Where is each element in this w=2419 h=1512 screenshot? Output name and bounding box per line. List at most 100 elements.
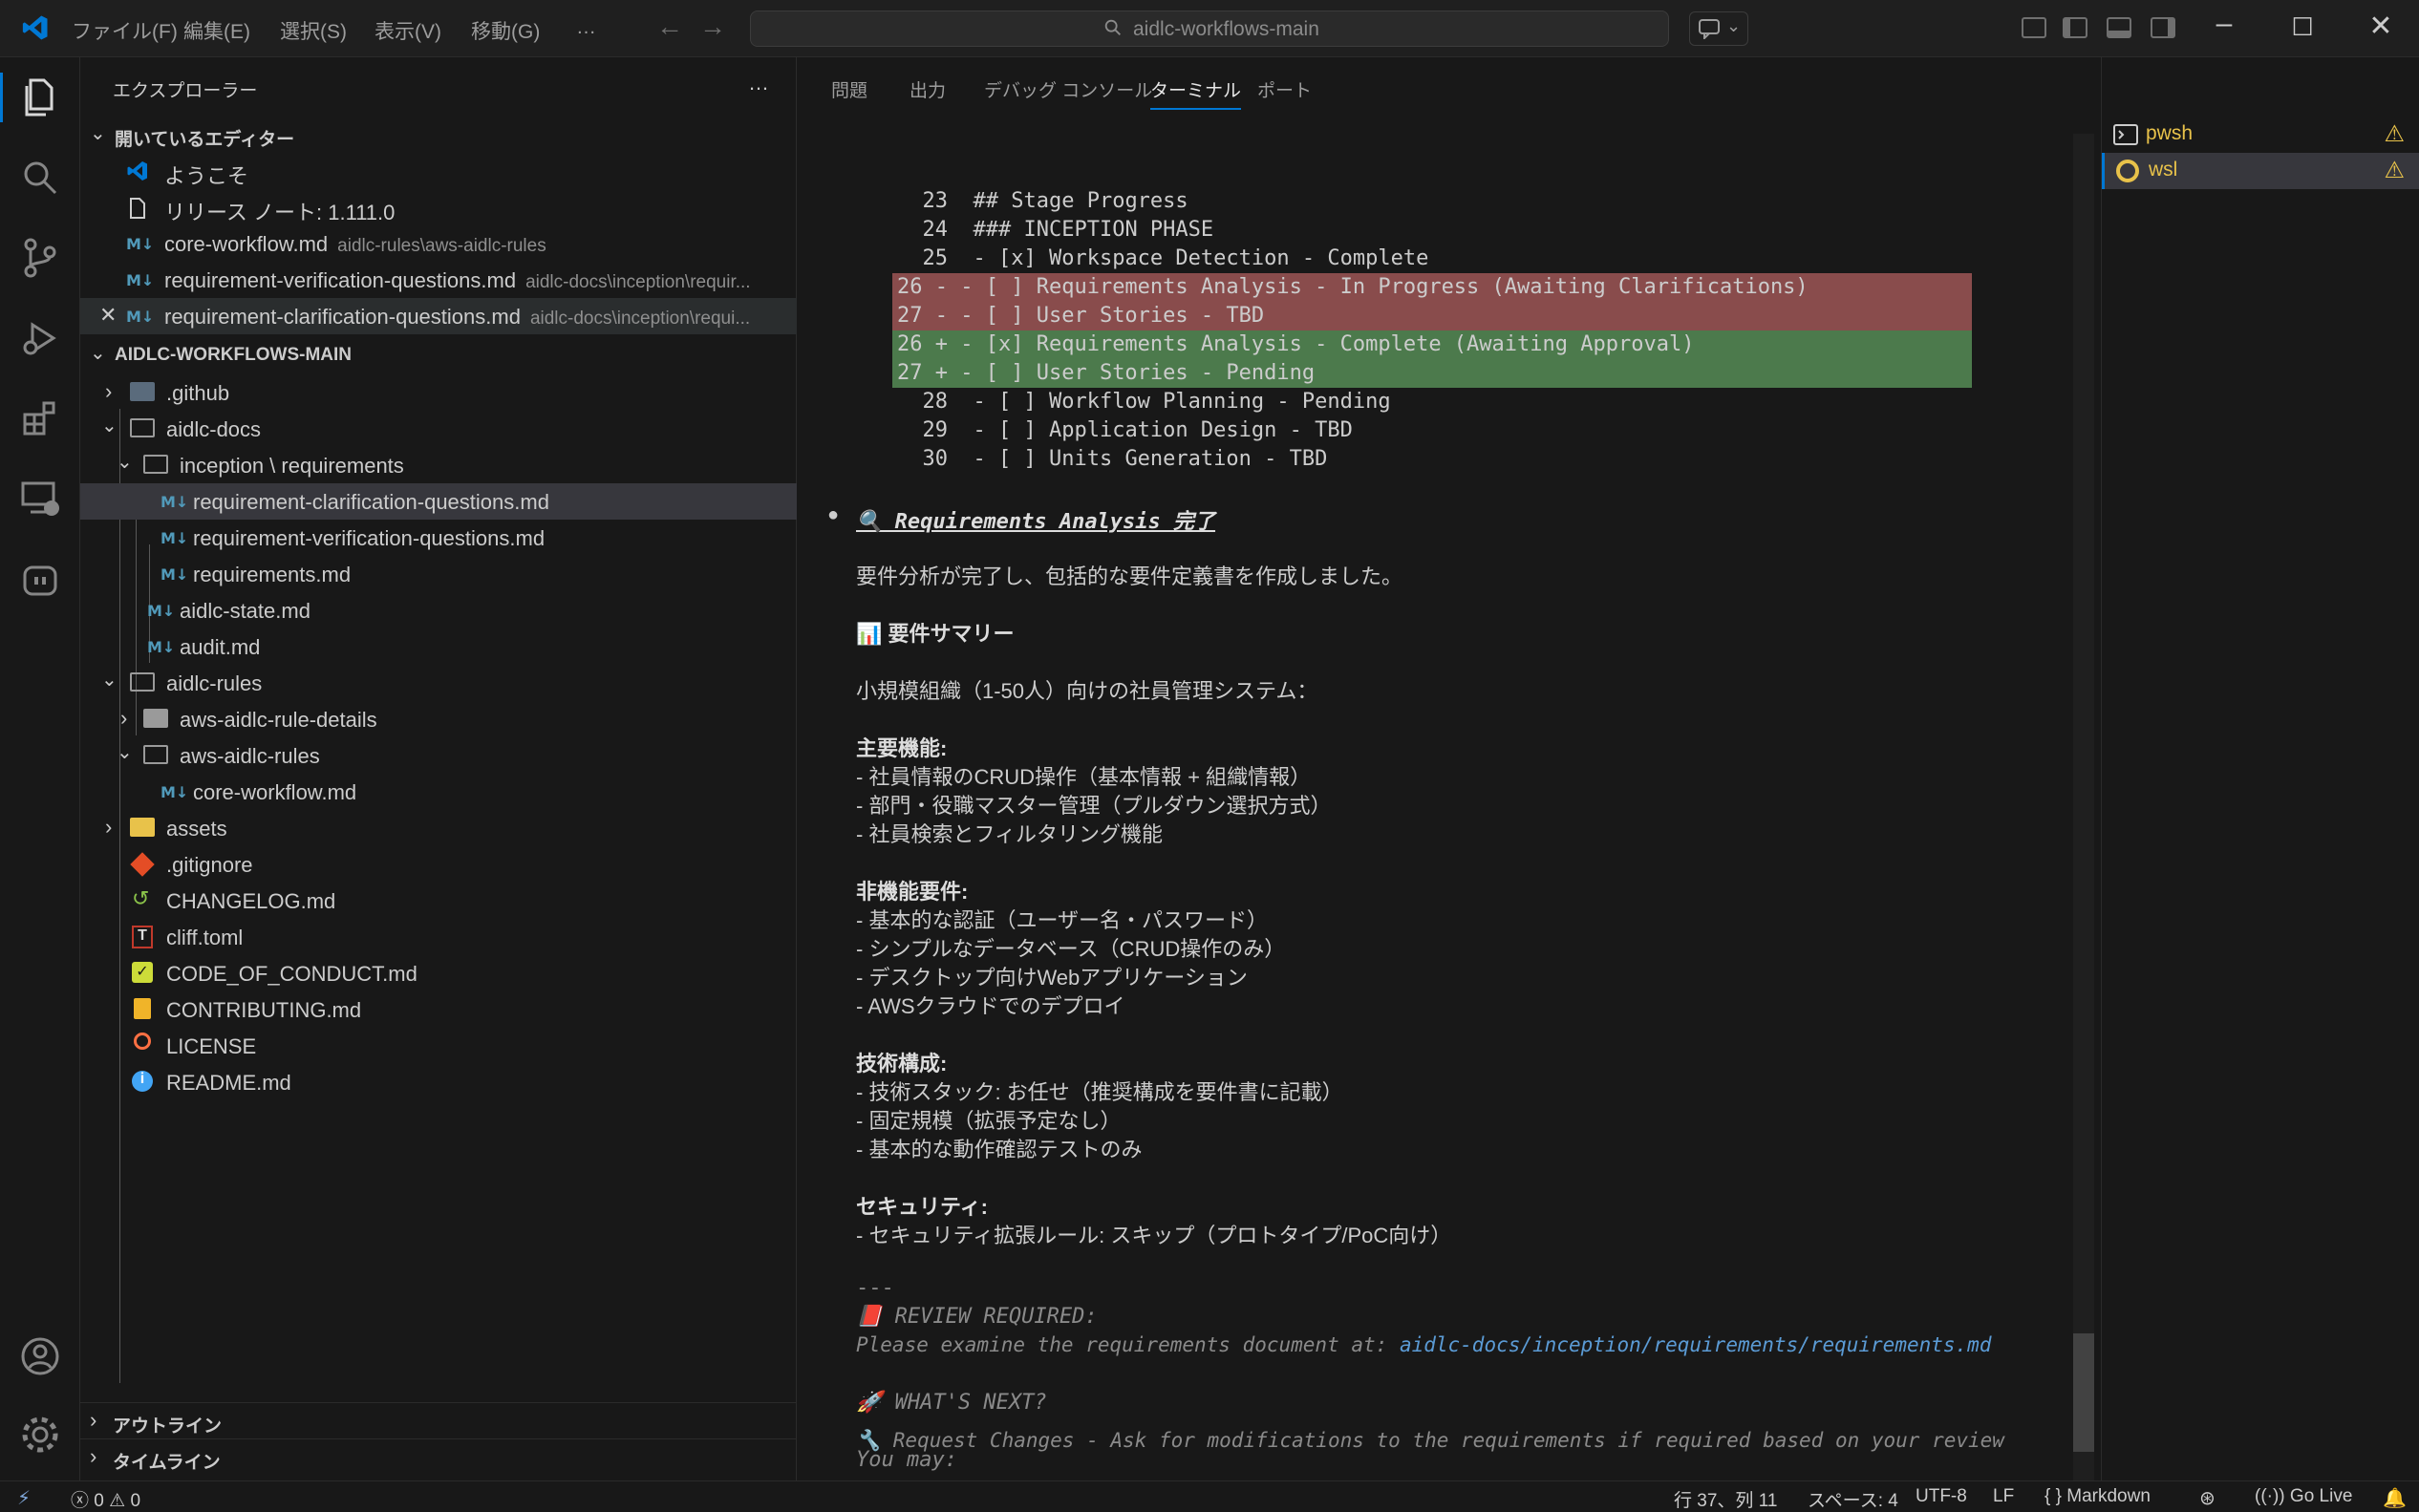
- notifications-bell-icon[interactable]: 🔔: [2383, 1486, 2407, 1510]
- bullet-icon: ●: [827, 504, 840, 525]
- menu-more[interactable]: …: [576, 16, 596, 39]
- remote-explorer-icon[interactable]: [17, 476, 63, 522]
- diff-line: 25 - [x] Workspace Detection - Complete: [892, 246, 1429, 270]
- open-editors-label: 開いているエディター: [115, 130, 295, 150]
- open-editor-verification[interactable]: M↓ requirement-verification-questions.md…: [80, 262, 797, 298]
- tab-debug-console[interactable]: デバッグ コンソール: [984, 76, 1152, 102]
- open-editor-welcome[interactable]: ようこそ: [80, 153, 797, 189]
- account-icon[interactable]: [17, 1333, 63, 1379]
- info-icon: i: [132, 1071, 153, 1092]
- tree-folder-inception[interactable]: ⌄ inception \ requirements: [80, 447, 797, 483]
- layout-customize-icon[interactable]: [2022, 17, 2046, 38]
- run-debug-icon[interactable]: [17, 315, 63, 361]
- copilot-icon[interactable]: [17, 556, 63, 602]
- tech-item: - 基本的な動作確認テストのみ: [856, 1138, 1143, 1161]
- tree-file-core-workflow[interactable]: M↓ core-workflow.md: [80, 774, 797, 810]
- tree-file-cliff[interactable]: T cliff.toml: [80, 919, 797, 955]
- terminal-item-pwsh[interactable]: pwsh ⚠: [2102, 117, 2419, 153]
- tab-output[interactable]: 出力: [910, 76, 946, 102]
- search-text: aidlc-workflows-main: [1133, 18, 1319, 40]
- toggle-primary-sidebar-icon[interactable]: [2063, 17, 2087, 38]
- forward-arrow-icon[interactable]: →: [699, 11, 726, 42]
- terminal-output[interactable]: 23 ## Stage Progress 24 ### INCEPTION PH…: [797, 134, 2101, 1480]
- outline-section[interactable]: › アウトライン: [80, 1402, 797, 1438]
- minimize-icon[interactable]: –: [2205, 8, 2243, 40]
- open-editor-path: aidlc-docs\inception\requi...: [529, 309, 751, 329]
- tree-folder-rule-details[interactable]: › aws-aidlc-rule-details: [80, 701, 797, 737]
- tree-folder-aidlc-docs[interactable]: ⌄ aidlc-docs: [80, 411, 797, 447]
- copilot-chat-button[interactable]: ⌄: [1689, 11, 1748, 46]
- maximize-icon[interactable]: ☐: [2283, 12, 2322, 42]
- more-actions-icon[interactable]: …: [748, 71, 769, 96]
- tree-folder-github[interactable]: › .github: [80, 374, 797, 411]
- remote-indicator-icon[interactable]: ⚡: [17, 1486, 31, 1510]
- search-icon[interactable]: [17, 155, 63, 201]
- tree-file-verification[interactable]: M↓ requirement-verification-questions.md: [80, 520, 797, 556]
- back-arrow-icon[interactable]: ←: [656, 11, 683, 42]
- settings-gear-icon[interactable]: [17, 1412, 63, 1458]
- toggle-secondary-sidebar-icon[interactable]: [2151, 17, 2175, 38]
- chevron-down-icon: ⌄: [101, 415, 118, 437]
- explorer-icon[interactable]: [17, 75, 63, 120]
- tree-file-readme[interactable]: i README.md: [80, 1064, 797, 1100]
- diff-line: 27 - - [ ] User Stories - TBD: [892, 304, 1264, 328]
- error-count: 0: [94, 1491, 104, 1511]
- menu-selection[interactable]: 選択(S): [280, 16, 347, 45]
- markdown-icon: M↓: [126, 308, 155, 326]
- line-text: ### INCEPTION PHASE: [973, 218, 1214, 242]
- tree-folder-assets[interactable]: › assets: [80, 810, 797, 846]
- menu-view[interactable]: 表示(V): [375, 16, 441, 45]
- extensions-icon[interactable]: [17, 395, 63, 441]
- requirements-link[interactable]: aidlc-docs/inception/requirements/requir…: [1400, 1333, 1992, 1356]
- open-editor-clarification[interactable]: ✕ M↓ requirement-clarification-questions…: [80, 298, 797, 334]
- open-editor-item: requirement-clarification-questions.md ai…: [164, 305, 750, 330]
- encoding[interactable]: UTF-8: [1916, 1486, 1967, 1507]
- tab-terminal[interactable]: ターミナル: [1150, 76, 1242, 110]
- tree-file-contributing[interactable]: CONTRIBUTING.md: [80, 991, 797, 1028]
- tree-file-audit[interactable]: M↓ audit.md: [80, 628, 797, 665]
- terminal-item-wsl[interactable]: wsl ⚠: [2102, 153, 2419, 189]
- indentation[interactable]: スペース: 4: [1808, 1486, 1898, 1512]
- tree-file-changelog[interactable]: ↺ CHANGELOG.md: [80, 883, 797, 919]
- tree-label: aws-aidlc-rule-details: [180, 708, 377, 732]
- go-live-button[interactable]: ((·)) Go Live: [2255, 1486, 2352, 1507]
- language-mode[interactable]: { } Markdown: [2044, 1486, 2151, 1507]
- open-editors-header[interactable]: ⌄ 開いているエディター: [80, 117, 797, 153]
- open-editor-release-notes[interactable]: リリース ノート: 1.111.0: [80, 189, 797, 225]
- menu-file[interactable]: ファイル(F): [72, 16, 178, 45]
- tab-problems[interactable]: 問題: [831, 76, 867, 102]
- line-number: 30: [922, 447, 949, 471]
- close-window-icon[interactable]: ✕: [2362, 10, 2400, 43]
- menu-edit[interactable]: 編集(E): [183, 16, 250, 45]
- end-of-line[interactable]: LF: [1993, 1486, 2014, 1507]
- chevron-down-icon: ⌄: [117, 742, 133, 763]
- open-editor-core-workflow[interactable]: M↓ core-workflow.md aidlc-rules\aws-aidlc…: [80, 225, 797, 262]
- toggle-panel-icon[interactable]: [2107, 17, 2131, 38]
- chevron-down-icon: ⌄: [90, 123, 106, 144]
- timeline-section[interactable]: › タイムライン: [80, 1438, 797, 1475]
- tree-file-requirements[interactable]: M↓ requirements.md: [80, 556, 797, 592]
- tab-ports[interactable]: ポート: [1257, 76, 1312, 102]
- tree-file-code-of-conduct[interactable]: ✓ CODE_OF_CONDUCT.md: [80, 955, 797, 991]
- source-control-icon[interactable]: [17, 235, 63, 281]
- close-icon[interactable]: ✕: [99, 303, 117, 328]
- chevron-down-icon: ⌄: [101, 670, 118, 691]
- tree-file-gitignore[interactable]: .gitignore: [80, 846, 797, 883]
- command-center-search[interactable]: aidlc-workflows-main: [750, 11, 1669, 47]
- tree-folder-aidlc-rules[interactable]: ⌄ aidlc-rules: [80, 665, 797, 701]
- tree-file-license[interactable]: LICENSE: [80, 1028, 797, 1064]
- cursor-position[interactable]: 行 37、列 11: [1674, 1486, 1777, 1512]
- menu-go[interactable]: 移動(G): [471, 16, 540, 45]
- tree-file-clarification[interactable]: M↓ requirement-clarification-questions.m…: [80, 483, 797, 520]
- problems-indicator[interactable]: ⓧ 0 ⚠ 0: [71, 1486, 140, 1512]
- chevron-right-icon: ›: [90, 1444, 97, 1468]
- scrollbar-thumb[interactable]: [2073, 1333, 2094, 1452]
- terminal-scrollbar[interactable]: [2073, 134, 2094, 1480]
- tree-folder-aws-rules[interactable]: ⌄ aws-aidlc-rules: [80, 737, 797, 774]
- workspace-header[interactable]: ⌄ AIDLC-WORKFLOWS-MAIN: [80, 336, 797, 373]
- copilot-status-icon[interactable]: ⊛: [2199, 1486, 2216, 1510]
- nonfunc-title: 非機能要件:: [856, 880, 969, 904]
- tree-file-aidlc-state[interactable]: M↓ aidlc-state.md: [80, 592, 797, 628]
- checklist-icon: ✓: [132, 962, 153, 983]
- func-item: - 社員情報のCRUD操作（基本情報 + 組織情報）: [856, 765, 1312, 789]
